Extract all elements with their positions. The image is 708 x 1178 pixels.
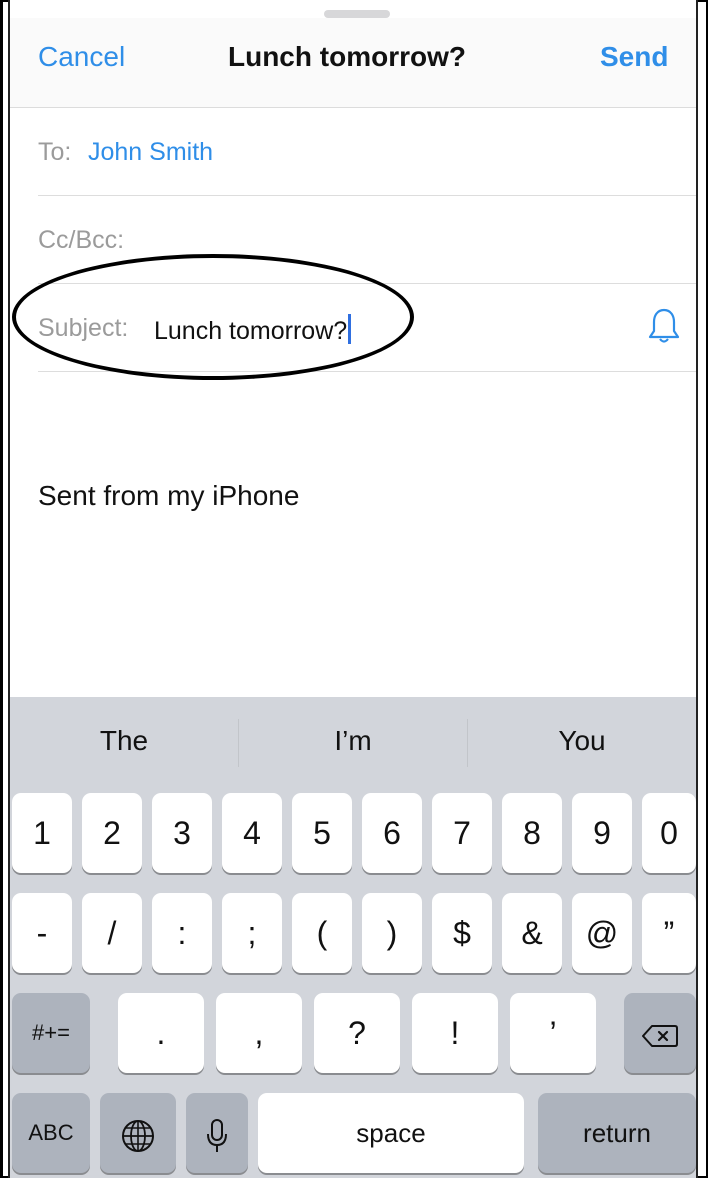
suggestion-bar: The I’m You [10, 697, 696, 789]
key-7[interactable]: 7 [432, 793, 492, 873]
email-signature[interactable]: Sent from my iPhone [38, 480, 299, 512]
compose-title: Lunch tomorrow? [228, 41, 466, 72]
abc-key[interactable]: ABC [12, 1093, 90, 1173]
key-question[interactable]: ? [314, 993, 400, 1073]
key-at[interactable]: @ [572, 893, 632, 973]
key-slash[interactable]: / [82, 893, 142, 973]
key-4[interactable]: 4 [222, 793, 282, 873]
key-hyphen[interactable]: - [12, 893, 72, 973]
to-label: To: [38, 138, 72, 166]
return-key[interactable]: return [538, 1093, 696, 1173]
cancel-button[interactable]: Cancel [38, 41, 125, 73]
suggestion-item[interactable]: I’m [239, 725, 467, 757]
globe-icon [122, 1119, 154, 1152]
to-field[interactable]: To: John Smith [38, 108, 696, 196]
key-semicolon[interactable]: ; [222, 893, 282, 973]
space-key[interactable]: space [258, 1093, 524, 1173]
key-colon[interactable]: : [152, 893, 212, 973]
bell-icon[interactable] [646, 306, 682, 346]
key-open-paren[interactable]: ( [292, 893, 352, 973]
frame-border-right [696, 0, 698, 1178]
cc-bcc-label: Cc/Bcc: [38, 226, 125, 254]
keyboard: The I’m You 1 2 3 4 5 6 7 8 9 0 - / : ; … [10, 697, 696, 1178]
key-apostrophe[interactable]: ’ [510, 993, 596, 1073]
send-button[interactable]: Send [600, 41, 668, 73]
to-recipient[interactable]: John Smith [88, 138, 213, 167]
delete-icon [642, 1024, 678, 1047]
key-9[interactable]: 9 [572, 793, 632, 873]
key-0[interactable]: 0 [642, 793, 696, 873]
delete-key[interactable] [624, 993, 696, 1073]
globe-key[interactable] [100, 1093, 176, 1173]
sheet-grabber[interactable] [324, 10, 390, 18]
key-6[interactable]: 6 [362, 793, 422, 873]
suggestion-item[interactable]: The [10, 725, 238, 757]
key-2[interactable]: 2 [82, 793, 142, 873]
symbols-toggle-key[interactable]: #+= [12, 993, 90, 1073]
key-quote[interactable]: ” [642, 893, 696, 973]
key-ampersand[interactable]: & [502, 893, 562, 973]
key-3[interactable]: 3 [152, 793, 212, 873]
key-5[interactable]: 5 [292, 793, 352, 873]
key-comma[interactable]: , [216, 993, 302, 1073]
dictation-key[interactable] [186, 1093, 248, 1173]
subject-highlight-circle [12, 254, 414, 380]
key-period[interactable]: . [118, 993, 204, 1073]
compose-nav-bar: Cancel Lunch tomorrow? Send [10, 18, 696, 108]
key-exclamation[interactable]: ! [412, 993, 498, 1073]
key-dollar[interactable]: $ [432, 893, 492, 973]
suggestion-item[interactable]: You [468, 725, 696, 757]
key-close-paren[interactable]: ) [362, 893, 422, 973]
microphone-icon [207, 1118, 227, 1152]
key-8[interactable]: 8 [502, 793, 562, 873]
key-1[interactable]: 1 [12, 793, 72, 873]
